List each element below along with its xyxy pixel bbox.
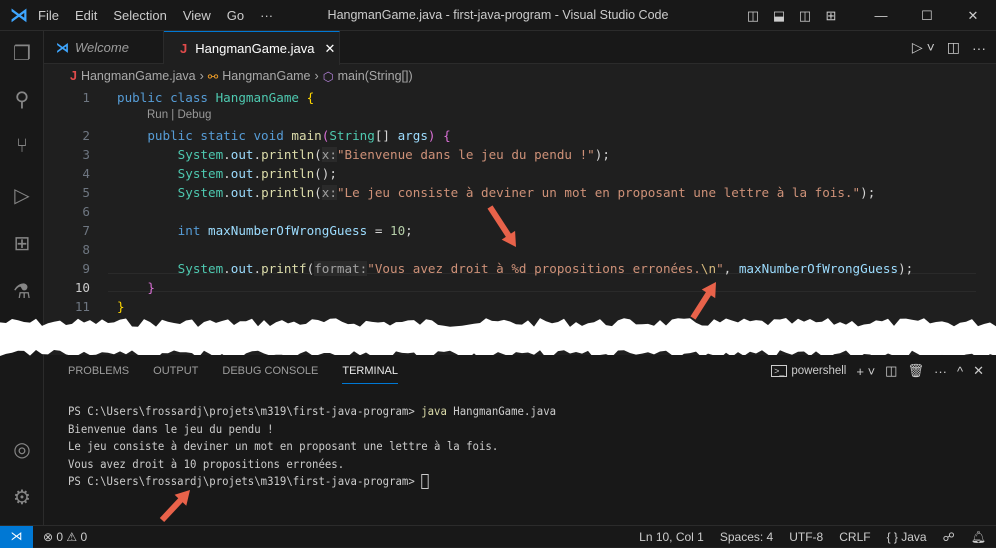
torn-paper-shape [0, 318, 996, 359]
indentation[interactable]: Spaces: 4 [720, 530, 773, 544]
tab-problems[interactable]: PROBLEMS [68, 365, 129, 384]
tab-debug-console[interactable]: DEBUG CONSOLE [222, 365, 318, 384]
terminal-icon: >_ [771, 365, 788, 377]
bottom-panel: PROBLEMS OUTPUT DEBUG CONSOLE TERMINAL >… [44, 355, 996, 525]
trash-icon[interactable]: 🗑 [907, 363, 924, 379]
remote-icon[interactable]: ⋊ [0, 525, 33, 548]
terminal-line: Bienvenue dans le jeu du pendu ! [68, 421, 274, 436]
split-terminal-icon[interactable]: ◫ [885, 363, 897, 379]
line-endings[interactable]: CRLF [839, 530, 870, 544]
terminal-prompt: PS C:\Users\frossardj\projets\m319\first… [68, 474, 422, 488]
terminal-args: HangmanGame.java [446, 404, 557, 418]
tab-output[interactable]: OUTPUT [153, 365, 198, 384]
terminal-prompt: PS C:\Users\frossardj\projets\m319\first… [68, 404, 422, 418]
encoding[interactable]: UTF-8 [789, 530, 823, 544]
new-terminal-icon[interactable]: + ˅ [856, 364, 875, 379]
terminal-output[interactable]: PS C:\Users\frossardj\projets\m319\first… [68, 403, 556, 491]
terminal-cursor [421, 474, 429, 489]
cursor-position[interactable]: Ln 10, Col 1 [639, 530, 704, 544]
status-bar: ⋊ ⊗ 0 ⚠ 0 Ln 10, Col 1 Spaces: 4 UTF-8 C… [0, 525, 996, 548]
close-panel-icon[interactable]: ✕ [973, 363, 984, 379]
terminal-shell-name[interactable]: powershell [791, 365, 846, 377]
notifications-bell-icon[interactable]: 🔔︎ [971, 530, 986, 544]
problems-status[interactable]: ⊗ 0 ⚠ 0 [43, 530, 87, 544]
terminal-line: Vous avez droit à 10 propositions erroné… [68, 456, 345, 471]
language-mode[interactable]: { } Java [887, 530, 927, 544]
feedback-icon[interactable]: ☍ [943, 530, 955, 544]
terminal-command: java [421, 404, 447, 418]
terminal-line: Le jeu consiste à deviner un mot en prop… [68, 439, 499, 453]
more-icon[interactable]: ··· [934, 364, 947, 379]
maximize-panel-icon[interactable]: ^ [957, 364, 963, 379]
tab-terminal[interactable]: TERMINAL [342, 365, 398, 384]
